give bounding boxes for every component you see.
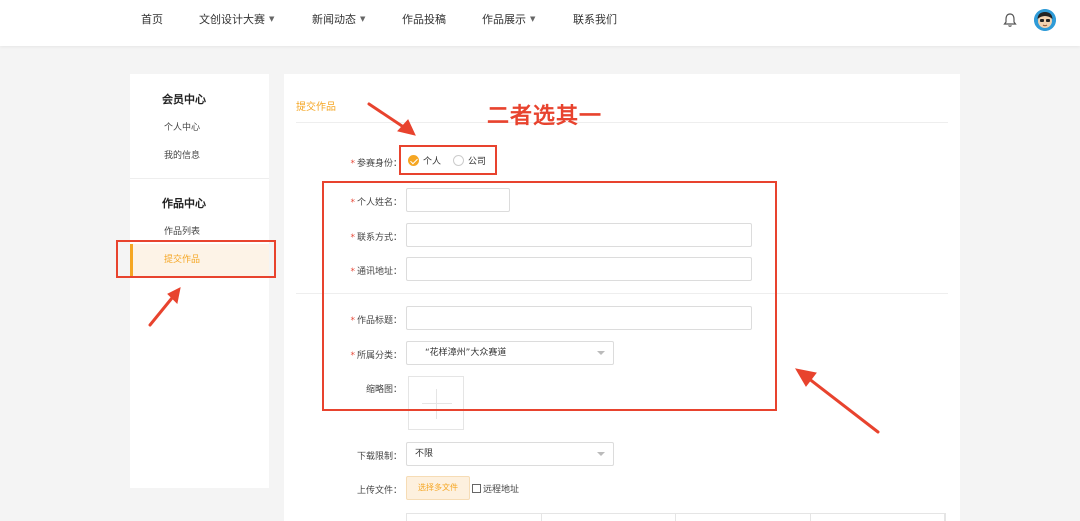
arrow-to-form [806,376,880,434]
arrow-to-identity [367,102,407,130]
arrow-to-sidebar [148,296,174,327]
annotation-arrows [148,102,880,434]
